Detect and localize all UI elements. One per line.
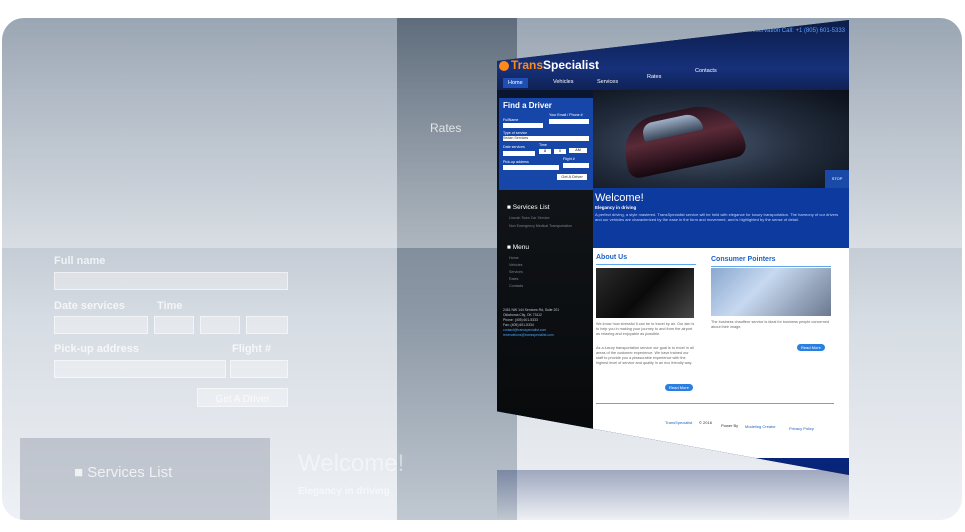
menu-label: Menu: [512, 244, 529, 251]
services-list-title: ■ Services List: [507, 204, 550, 211]
menu-title: ■ Menu: [507, 244, 529, 251]
consumer-divider: [711, 266, 831, 267]
service-type-select[interactable]: Sedan Services: [503, 136, 589, 141]
backdrop-ampm-field: [246, 316, 288, 334]
website-preview: For Reservation Call: +1 (805) 601-5333 …: [497, 20, 849, 475]
backdrop-fullname-field: [54, 272, 288, 290]
backdrop-time-label: Time: [157, 300, 183, 312]
about-text-2: As a luxury transportation service our g…: [596, 346, 694, 365]
fullname-label: FullName: [503, 118, 519, 122]
minute-value: 0: [559, 149, 561, 153]
hour-value: 8: [544, 149, 546, 153]
pickup-label: Pick-up address: [503, 160, 529, 164]
nav-vehicles[interactable]: Vehicles: [553, 79, 574, 85]
menu-item-services[interactable]: Services: [509, 270, 523, 274]
welcome-section: Welcome! Elegancy in driving A perfect d…: [593, 188, 849, 248]
menu-item-contacts[interactable]: Contacts: [509, 284, 523, 288]
about-title: About Us: [596, 254, 628, 261]
date-input[interactable]: [503, 151, 535, 156]
nav-home[interactable]: Home: [503, 78, 528, 88]
time-label: Time: [539, 143, 547, 147]
menu-item-rates[interactable]: Rates: [509, 277, 518, 281]
backdrop-pickup-label: Pick-up address: [54, 343, 139, 355]
backdrop-pickup-field: [54, 360, 226, 378]
backdrop-elegancy: Elegancy in driving: [298, 486, 390, 497]
flight-label: Flight #: [563, 157, 575, 161]
about-text-1: We know how stressful it can be to trave…: [596, 322, 695, 336]
backdrop-flight-field: [230, 360, 288, 378]
contact-address: 2451 NW 144 Services Rd, Suite 201: [503, 308, 560, 312]
backdrop-hour-field: [154, 316, 194, 334]
footer-brand: TransSpecialist: [665, 420, 693, 425]
minute-select[interactable]: 0: [554, 149, 566, 154]
find-driver-title: Find a Driver: [503, 101, 552, 110]
welcome-text: A perfect driving, a style mastered. Tra…: [595, 212, 839, 222]
footer-power-by: Power By: [721, 423, 739, 428]
nav-contacts[interactable]: Contacts: [695, 68, 717, 74]
hero-banner: STOP: [593, 90, 849, 188]
service-item[interactable]: Non Emergency Medical Transportation: [509, 224, 579, 228]
nav-rates[interactable]: Rates: [647, 74, 661, 80]
pickup-input[interactable]: [503, 165, 559, 170]
logo-specialist: Specialist: [543, 58, 600, 72]
site-reflection: [497, 470, 849, 520]
stop-badge[interactable]: STOP: [825, 170, 849, 188]
backdrop-date-label: Date services: [54, 300, 125, 312]
consumer-photo: [711, 268, 831, 316]
footer-divider: [596, 403, 834, 404]
about-divider: [596, 264, 696, 265]
menu-item-home[interactable]: Home: [509, 256, 519, 260]
backdrop-flight-label: Flight #: [232, 343, 272, 355]
service-type-label: Type of service: [503, 131, 528, 135]
fullname-input[interactable]: [503, 123, 543, 128]
contact-fax: Fax: (405) 601-5334: [503, 323, 534, 327]
get-driver-button[interactable]: Get A Driver: [557, 174, 587, 180]
service-item[interactable]: Lincoln Town Car Service: [509, 216, 549, 220]
content-area: About Us We know how stressful it can be…: [593, 248, 849, 428]
ampm-select[interactable]: AM: [569, 148, 587, 153]
backdrop-get-driver-label: Get A Driver: [215, 394, 270, 405]
site-logo[interactable]: TransSpecialist: [499, 58, 599, 72]
flight-input[interactable]: [563, 163, 589, 168]
service-type-value: Sedan Services: [503, 136, 529, 140]
backdrop-rates-label: Rates: [430, 121, 462, 135]
logo-trans: Trans: [511, 58, 544, 72]
consumer-title: Consumer Pointers: [711, 256, 776, 263]
contact-email[interactable]: contact@transspecialist.com: [503, 328, 546, 332]
backdrop-fullname-label: Full name: [54, 255, 106, 267]
date-label: Date services: [503, 145, 525, 149]
about-read-more-button[interactable]: Read More: [665, 384, 693, 391]
nav-services[interactable]: Services: [597, 79, 618, 85]
hour-select[interactable]: 8: [539, 149, 551, 154]
menu-item-vehicles[interactable]: Vehicles: [509, 263, 522, 267]
backdrop-get-driver-button: Get A Driver: [197, 388, 288, 407]
backdrop-date-field: [54, 316, 148, 334]
consumer-text: The business chauffeur service is ideal …: [711, 320, 830, 329]
find-driver-form: Find a Driver FullName Your Email / Phon…: [499, 98, 593, 190]
ampm-value: AM: [575, 148, 581, 152]
email-input[interactable]: [549, 119, 589, 124]
footer-designer-link[interactable]: Modeling Creator: [745, 424, 776, 429]
backdrop-services-list-label: Services List: [87, 464, 173, 481]
backdrop-welcome: Welcome!: [298, 450, 405, 477]
main-nav: Home Vehicles Services Rates Contacts: [497, 68, 849, 90]
email-label: Your Email / Phone #: [549, 113, 583, 117]
contact-phone: Phone: (405) 601-5333: [503, 318, 538, 322]
limousine-photo: [618, 98, 748, 180]
welcome-subtitle: Elegancy in driving: [595, 205, 637, 210]
consumer-read-more-button[interactable]: Read More: [797, 344, 825, 351]
footer-privacy-link[interactable]: Privacy Policy: [789, 426, 814, 431]
backdrop-minute-field: [200, 316, 240, 334]
about-photo: [596, 268, 694, 318]
welcome-title: Welcome!: [595, 192, 644, 204]
services-list-label: Services List: [512, 204, 550, 211]
reservation-email[interactable]: reservations@transspecialist.com: [503, 333, 554, 337]
contact-city: Oklahoma City, OK 73112: [503, 313, 542, 317]
logo-car-icon: [499, 60, 509, 71]
footer-copyright: © 2016: [699, 420, 712, 425]
backdrop-services-list: ■ Services List: [74, 464, 173, 481]
